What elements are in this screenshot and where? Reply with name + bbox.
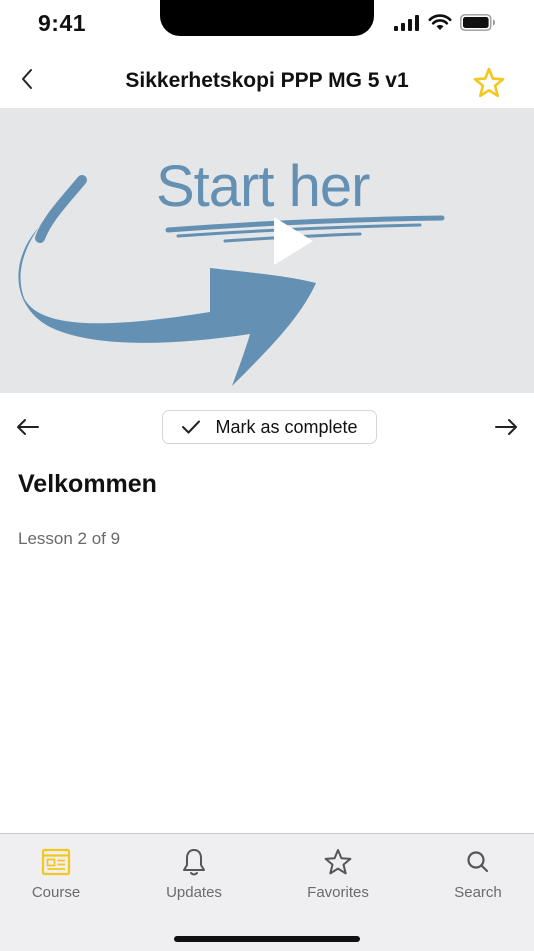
signal-icon [394, 14, 419, 31]
tab-label-search: Search [454, 884, 502, 901]
tab-bar: Course Updates Favorites Search [0, 833, 534, 951]
course-icon [41, 848, 71, 876]
battery-icon [460, 14, 495, 31]
back-button[interactable] [12, 64, 42, 94]
search-icon [467, 851, 489, 873]
tab-favorites[interactable]: Favorites [278, 846, 398, 901]
tab-course[interactable]: Course [0, 846, 116, 901]
lesson-controls: Mark as complete [0, 405, 534, 451]
page-title: Sikkerhetskopi PPP MG 5 v1 [125, 69, 409, 92]
home-indicator [174, 936, 360, 942]
chevron-left-icon [22, 69, 32, 89]
lesson-title: Velkommen [18, 470, 157, 498]
tab-label-updates: Updates [166, 884, 222, 901]
status-bar: 9:41 [0, 0, 534, 50]
play-icon[interactable] [270, 214, 316, 268]
star-outline-icon [473, 67, 505, 98]
notch [160, 0, 374, 36]
wifi-icon [428, 14, 452, 30]
tab-label-favorites: Favorites [307, 884, 369, 901]
arrow-graphic [18, 175, 445, 386]
favorite-button[interactable] [472, 66, 506, 100]
mark-complete-button[interactable]: Mark as complete [162, 410, 377, 444]
mark-complete-label: Mark as complete [215, 416, 358, 437]
tab-updates[interactable]: Updates [134, 846, 254, 901]
arrow-right-icon[interactable] [492, 413, 520, 441]
status-icons [394, 14, 496, 31]
tab-search[interactable]: Search [418, 846, 534, 901]
checkmark-icon [182, 420, 201, 434]
star-icon [324, 849, 352, 875]
lesson-progress: Lesson 2 of 9 [18, 529, 121, 548]
tab-label-course: Course [31, 884, 81, 901]
bell-icon [183, 849, 205, 876]
status-time: 9:41 [38, 10, 87, 36]
arrow-left-icon[interactable] [14, 413, 42, 441]
nav-header: Sikkerhetskopi PPP MG 5 v1 [0, 56, 534, 108]
video-thumbnail-text: Start her [156, 154, 370, 219]
video-player[interactable]: Start her [0, 108, 534, 393]
